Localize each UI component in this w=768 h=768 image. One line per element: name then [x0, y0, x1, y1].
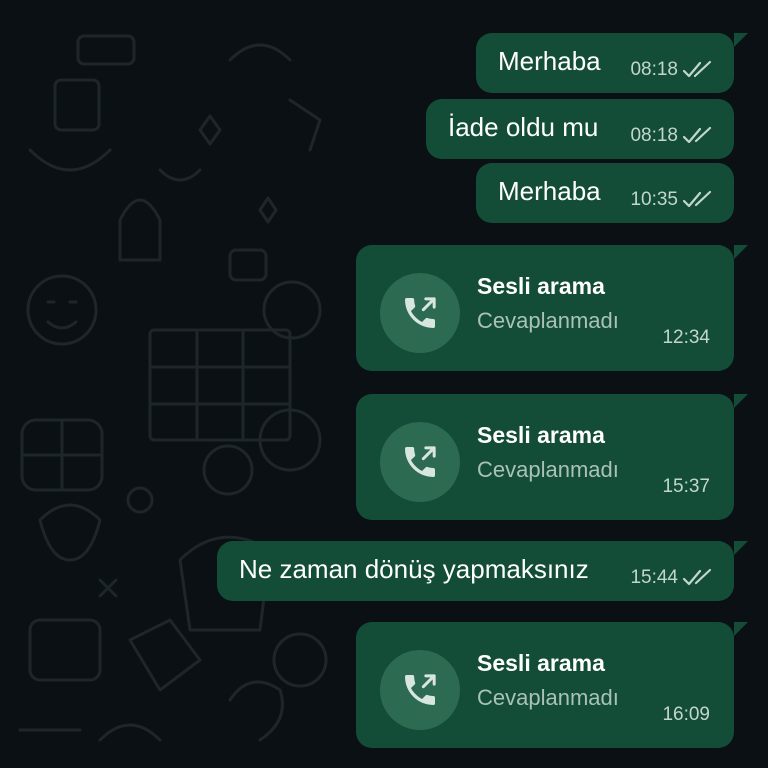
outgoing-call-icon	[405, 446, 436, 477]
call-status: Cevaplanmadı	[477, 685, 619, 710]
message-time: 10:35	[630, 189, 678, 210]
chat-area: Merhaba 08:18 İade oldu mu 08:18 Merhaba…	[0, 0, 768, 768]
message-meta: 15:44	[630, 567, 716, 589]
message-time: 15:37	[662, 476, 710, 497]
message-text: İade oldu mu	[448, 112, 599, 142]
message-text: Ne zaman dönüş yapmaksınız	[239, 554, 589, 584]
read-receipt-icon	[682, 568, 712, 586]
message-time: 08:18	[630, 59, 678, 80]
outgoing-call-icon	[405, 297, 436, 328]
message-time: 16:09	[662, 704, 710, 725]
message-time: 08:18	[630, 125, 678, 146]
message-bubble[interactable]: İade oldu mu 08:18	[426, 99, 734, 159]
message-bubble[interactable]: Merhaba 10:35	[476, 163, 734, 223]
message-meta: 10:35	[630, 189, 716, 211]
message-bubble[interactable]: Merhaba 08:18	[476, 33, 748, 93]
call-log-bubble[interactable]: Sesli arama Cevaplanmadı 16:09	[356, 622, 748, 748]
call-status: Cevaplanmadı	[477, 308, 619, 333]
message-text: Merhaba	[498, 46, 601, 76]
read-receipt-icon	[682, 126, 712, 144]
outgoing-call-icon	[405, 674, 436, 705]
message-text: Merhaba	[498, 176, 601, 206]
call-title: Sesli arama	[477, 273, 605, 299]
message-meta: 08:18	[630, 125, 716, 147]
message-time: 15:44	[630, 567, 678, 588]
message-time: 12:34	[662, 327, 710, 348]
call-title: Sesli arama	[477, 650, 605, 676]
message-bubble[interactable]: Ne zaman dönüş yapmaksınız 15:44	[217, 541, 748, 601]
message-meta: 08:18	[630, 59, 716, 81]
call-button[interactable]	[380, 422, 460, 502]
call-title: Sesli arama	[477, 422, 605, 448]
read-receipt-icon	[682, 60, 712, 78]
call-button[interactable]	[380, 650, 460, 730]
call-log-bubble[interactable]: Sesli arama Cevaplanmadı 15:37	[356, 394, 748, 520]
read-receipt-icon	[682, 190, 712, 208]
call-status: Cevaplanmadı	[477, 457, 619, 482]
call-log-bubble[interactable]: Sesli arama Cevaplanmadı 12:34	[356, 245, 748, 371]
call-button[interactable]	[380, 273, 460, 353]
